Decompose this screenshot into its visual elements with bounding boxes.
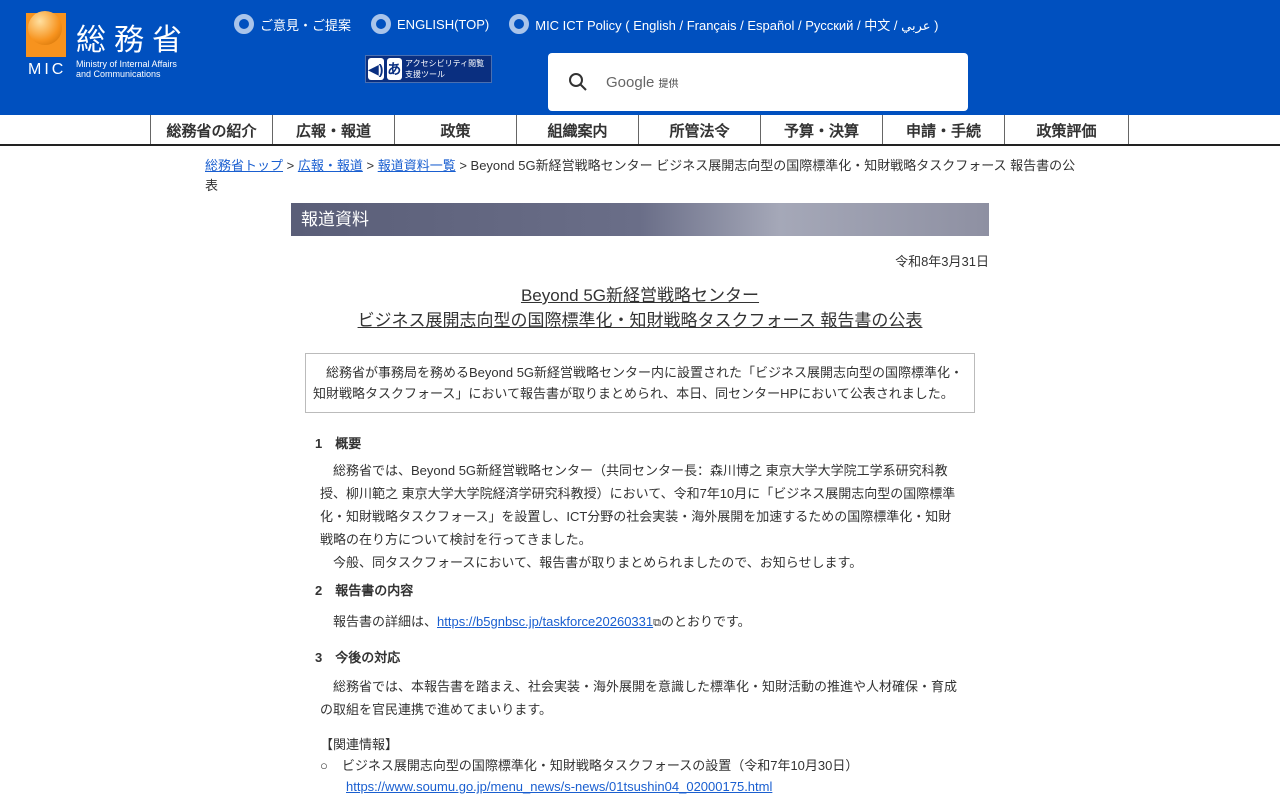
breadcrumb: 総務省トップ > 広報・報道 > 報道資料一覧 > Beyond 5G新経営戦略…	[205, 158, 1076, 193]
radio-icon	[371, 14, 392, 34]
a11y-label: アクセシビリティ閲覧支援ツール	[405, 59, 485, 79]
link-feedback[interactable]: ご意見・ご提案	[234, 14, 351, 34]
nav-about[interactable]: 総務省の紹介	[150, 115, 272, 144]
release-date: 令和8年3月31日	[895, 254, 989, 269]
related-item-link[interactable]: https://www.soumu.go.jp/menu_news/s-news…	[346, 779, 772, 794]
search-input[interactable]: Google 提供	[548, 53, 968, 111]
search-icon	[569, 73, 587, 91]
link-label: ご意見・ご提案	[260, 17, 352, 33]
furigana-icon: あ	[386, 58, 403, 80]
nav-evaluation[interactable]: 政策評価	[1004, 115, 1129, 144]
logo-en-line: and Communications	[76, 69, 161, 79]
link-english[interactable]: ENGLISH(TOP)	[371, 14, 489, 34]
title-line: ビジネス展開志向型の国際標準化・知財戦略タスクフォース 報告書の公表	[357, 311, 923, 330]
section-body: 総務省では、本報告書を踏まえ、社会実装・海外展開を意識した標準化・知財活動の推進…	[320, 679, 958, 717]
logo-text: 総務省	[76, 24, 190, 57]
logo-mic: MIC	[28, 61, 67, 78]
report-link[interactable]: https://b5gnbsc.jp/taskforce20260331	[437, 614, 653, 629]
nav-laws[interactable]: 所管法令	[638, 115, 760, 144]
nav-applications[interactable]: 申請・手続	[882, 115, 1004, 144]
radio-icon	[234, 14, 254, 34]
breadcrumb-link[interactable]: 報道資料一覧	[378, 158, 456, 173]
related-item: ○ ビジネス展開志向型の国際標準化・知財戦略タスクフォースの設置（令和7年10月3…	[320, 755, 858, 776]
external-link-icon: ⧉	[653, 617, 661, 629]
breadcrumb-link[interactable]: 広報・報道	[298, 158, 363, 173]
global-nav: 総務省の紹介 広報・報道 政策 組織案内 所管法令 予算・決算 申請・手続 政策…	[0, 115, 1280, 146]
body-text: 報告書の詳細は、	[333, 614, 438, 629]
section-bar: 報道資料	[291, 203, 989, 236]
link-label: MIC ICT Policy ( English / Français / Es…	[535, 17, 939, 33]
site-header: 総務省 MIC Ministry of Internal Affairs and …	[0, 0, 1280, 115]
accessibility-tool-button[interactable]: ◀) あアクセシビリティ閲覧支援ツール	[365, 55, 492, 83]
summary-box: 総務省が事務局を務めるBeyond 5G新経営戦略センター内に設置された「ビジネ…	[305, 353, 975, 413]
related-info: 【関連情報】 ○ ビジネス展開志向型の国際標準化・知財戦略タスクフォースの設置（令…	[320, 734, 858, 797]
provided-label: 提供	[658, 78, 679, 90]
logo-english: Ministry of Internal Affairs and Communic…	[76, 59, 177, 79]
section-body: 総務省では、Beyond 5G新経営戦略センター（共同センター長：森川博之 東京…	[320, 463, 956, 547]
link-label: ENGLISH(TOP)	[397, 16, 490, 32]
related-item-text: ビジネス展開志向型の国際標準化・知財戦略タスクフォースの設置（令和7年10月30…	[341, 758, 859, 773]
circle-bullet-icon: ○	[320, 758, 328, 773]
radio-icon	[509, 14, 530, 34]
related-heading: 【関連情報】	[320, 737, 399, 752]
section-heading: 1 概要	[315, 436, 362, 451]
nav-budget[interactable]: 予算・決算	[760, 115, 882, 144]
section-overview: 1 概要 総務省では、Beyond 5G新経営戦略センター（共同センター長：森川…	[315, 432, 960, 574]
nav-press[interactable]: 広報・報道	[272, 115, 394, 144]
section-next-steps: 3 今後の対応 総務省では、本報告書を踏まえ、社会実装・海外展開を意識した標準化…	[315, 646, 960, 721]
section-report: 2 報告書の内容 報告書の詳細は、https://b5gnbsc.jp/task…	[315, 579, 960, 635]
section-body: 今般、同タスクフォースにおいて、報告書が取りまとめられましたので、お知らせします…	[333, 555, 863, 570]
breadcrumb-link[interactable]: 総務省トップ	[205, 158, 283, 173]
body-text: のとおりです。	[660, 614, 751, 629]
section-heading: 3 今後の対応	[315, 650, 401, 665]
title-line: Beyond 5G新経営戦略センター	[520, 286, 760, 305]
google-brand: Google	[606, 73, 655, 91]
summary-text: 総務省が事務局を務めるBeyond 5G新経営戦略センター内に設置された「ビジネ…	[313, 365, 964, 401]
nav-organization[interactable]: 組織案内	[516, 115, 638, 144]
nav-policy[interactable]: 政策	[394, 115, 516, 144]
link-ict-policy[interactable]: MIC ICT Policy ( English / Français / Es…	[509, 14, 938, 34]
logo-mark	[26, 11, 66, 57]
page-title: Beyond 5G新経営戦略センタービジネス展開志向型の国際標準化・知財戦略タス…	[291, 283, 989, 333]
speaker-icon: ◀)	[368, 58, 384, 80]
section-heading: 2 報告書の内容	[315, 583, 414, 598]
logo-en-line: Ministry of Internal Affairs	[76, 59, 177, 69]
